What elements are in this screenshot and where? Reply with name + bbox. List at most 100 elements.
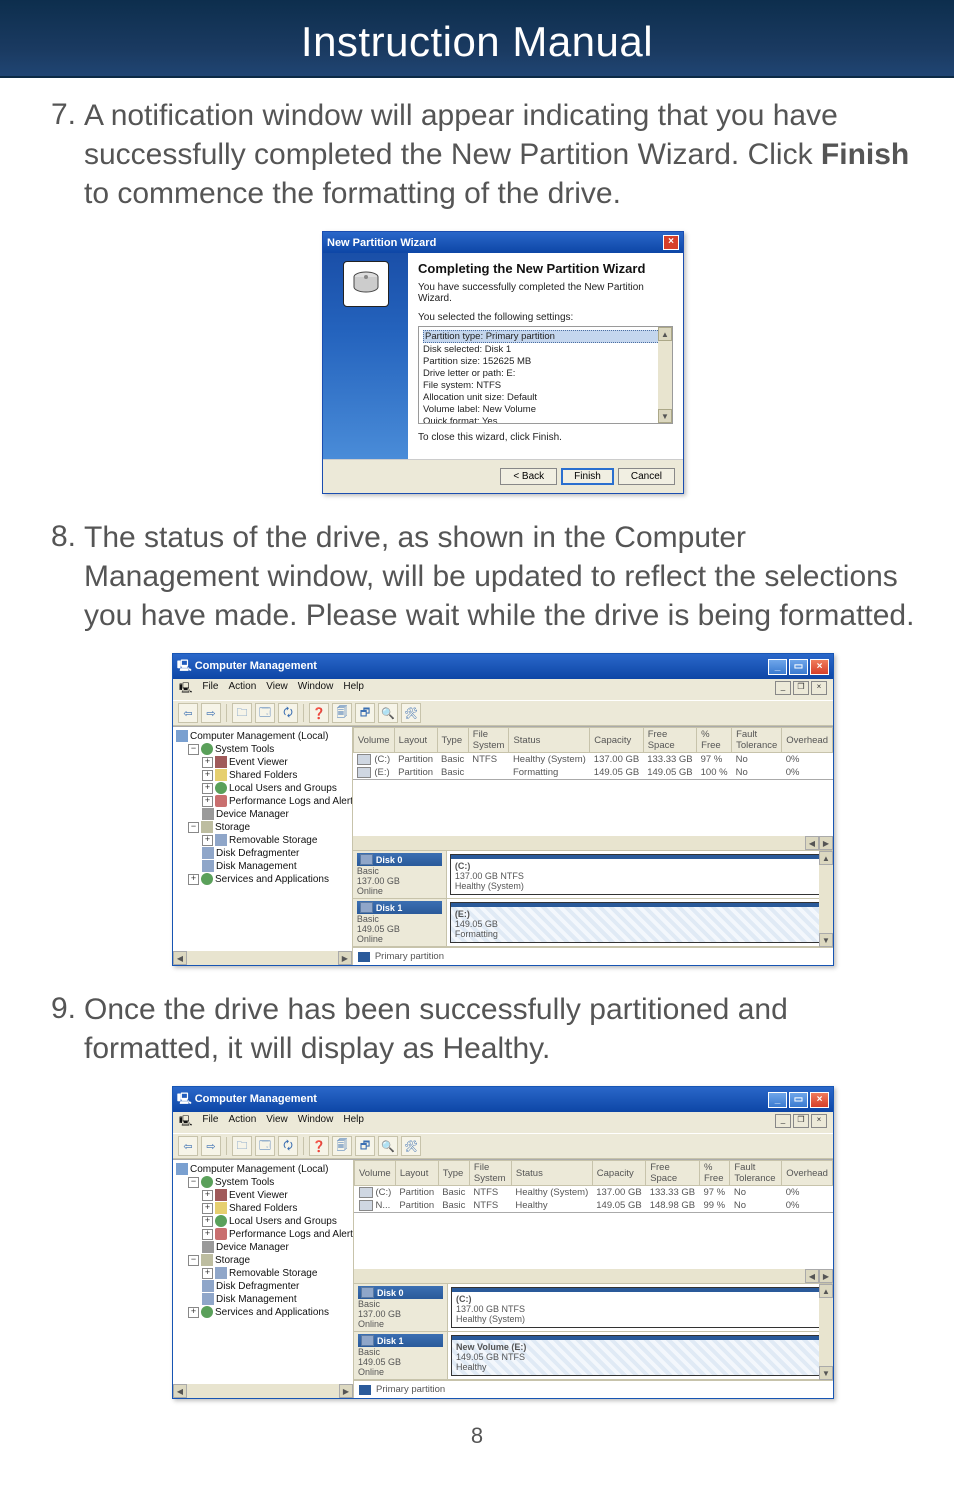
- th-free[interactable]: Free Space: [643, 728, 696, 753]
- disk0-row[interactable]: Disk 0 Basic 137.00 GB Online (: [354, 1284, 833, 1332]
- toolbar-grid-icon[interactable]: 🗗: [355, 1136, 375, 1156]
- tree-perf-logs[interactable]: Performance Logs and Alerts: [229, 1229, 354, 1240]
- child-minimize-icon[interactable]: _: [775, 681, 791, 695]
- maximize-icon[interactable]: ▭: [789, 659, 808, 675]
- grid-scroll-left-icon[interactable]: ◀: [805, 1269, 819, 1283]
- grid-scroll-right-icon[interactable]: ▶: [819, 836, 833, 850]
- menu-help[interactable]: Help: [343, 1114, 364, 1131]
- tree-event-viewer[interactable]: Event Viewer: [229, 757, 288, 768]
- child-restore-icon[interactable]: ❐: [793, 681, 809, 695]
- close-icon[interactable]: ×: [810, 1092, 829, 1108]
- finish-button[interactable]: Finish: [561, 468, 614, 485]
- tree-root[interactable]: Computer Management (Local): [190, 731, 328, 742]
- disk1-row[interactable]: Disk 1 Basic 149.05 GB Online N: [354, 1332, 833, 1380]
- volume-table[interactable]: Volume Layout Type File System Status Ca…: [354, 1160, 833, 1212]
- tree-device-manager[interactable]: Device Manager: [216, 809, 289, 820]
- minimize-icon[interactable]: _: [768, 1092, 787, 1108]
- disk0-row[interactable]: Disk 0 Basic 137.00 GB Online (: [353, 851, 833, 899]
- tree-defrag[interactable]: Disk Defragmenter: [216, 848, 299, 859]
- tree-disk-mgmt[interactable]: Disk Management: [216, 861, 297, 872]
- tree-scroll-right-icon[interactable]: ▶: [339, 1384, 353, 1398]
- toolbar-refresh-icon[interactable]: 🗘: [278, 703, 298, 723]
- th-free[interactable]: Free Space: [646, 1161, 700, 1186]
- tree-removable[interactable]: Removable Storage: [229, 1268, 317, 1279]
- th-fs[interactable]: File System: [469, 1161, 511, 1186]
- toolbar-settings-icon[interactable]: 🛠: [401, 1136, 421, 1156]
- tree-scroll-right-icon[interactable]: ▶: [338, 951, 352, 965]
- cancel-button[interactable]: Cancel: [618, 468, 675, 485]
- child-close-icon[interactable]: ×: [811, 1114, 827, 1128]
- th-ft[interactable]: Fault Tolerance: [730, 1161, 782, 1186]
- close-icon[interactable]: ×: [663, 235, 679, 250]
- toolbar-find-icon[interactable]: 🔍: [378, 1136, 398, 1156]
- th-cap[interactable]: Capacity: [590, 728, 643, 753]
- toolbar-forward-icon[interactable]: ⇨: [201, 1136, 221, 1156]
- disks-scroll-up-icon[interactable]: ▲: [819, 851, 833, 865]
- tree-scroll-left-icon[interactable]: ◀: [173, 1384, 187, 1398]
- nav-tree[interactable]: Computer Management (Local) −System Tool…: [173, 1160, 354, 1398]
- tree-services[interactable]: Services and Applications: [215, 1307, 329, 1318]
- child-close-icon[interactable]: ×: [811, 681, 827, 695]
- menu-action[interactable]: Action: [228, 1114, 256, 1131]
- toolbar-help-icon[interactable]: ❓: [309, 703, 329, 723]
- volume-table[interactable]: Volume Layout Type File System Status Ca…: [353, 727, 833, 779]
- tree-local-users[interactable]: Local Users and Groups: [229, 783, 337, 794]
- tree-defrag[interactable]: Disk Defragmenter: [216, 1281, 299, 1292]
- minimize-icon[interactable]: _: [768, 659, 787, 675]
- th-pfree[interactable]: % Free: [697, 728, 732, 753]
- menu-view[interactable]: View: [266, 681, 288, 698]
- toolbar-forward-icon[interactable]: ⇨: [201, 703, 221, 723]
- th-ft[interactable]: Fault Tolerance: [732, 728, 782, 753]
- tree-scroll-left-icon[interactable]: ◀: [173, 951, 187, 965]
- scroll-up-icon[interactable]: ▲: [658, 327, 672, 341]
- volume-block[interactable]: (C:) 137.00 GB NTFS Healthy (System): [451, 1287, 830, 1328]
- tree-event-viewer[interactable]: Event Viewer: [229, 1190, 288, 1201]
- toolbar-settings-icon[interactable]: 🛠: [401, 703, 421, 723]
- menu-view[interactable]: View: [266, 1114, 288, 1131]
- toolbar-refresh-icon[interactable]: 🗘: [278, 1136, 298, 1156]
- tree-storage[interactable]: Storage: [215, 1255, 250, 1266]
- disks-scroll-down-icon[interactable]: ▼: [819, 933, 833, 947]
- tree-system-tools[interactable]: System Tools: [215, 1177, 274, 1188]
- toolbar-back-icon[interactable]: ⇦: [178, 703, 198, 723]
- volume-block[interactable]: (C:) 137.00 GB NTFS Healthy (System): [450, 854, 830, 895]
- maximize-icon[interactable]: ▭: [789, 1092, 808, 1108]
- toolbar-up-icon[interactable]: 🗀: [232, 1136, 252, 1156]
- nav-tree[interactable]: Computer Management (Local) −System Tool…: [173, 727, 353, 965]
- menu-file[interactable]: File: [202, 681, 218, 698]
- table-row[interactable]: (C:) Partition Basic NTFS Healthy (Syste…: [353, 753, 832, 767]
- tree-device-manager[interactable]: Device Manager: [216, 1242, 289, 1253]
- menu-window[interactable]: Window: [298, 681, 334, 698]
- close-icon[interactable]: ×: [810, 659, 829, 675]
- back-button[interactable]: < Back: [500, 468, 557, 485]
- disks-scroll-down-icon[interactable]: ▼: [819, 1366, 833, 1380]
- toolbar-list-icon[interactable]: 🗐: [332, 703, 352, 723]
- table-row[interactable]: (E:) Partition Basic Formatting 149.05 G…: [353, 766, 832, 779]
- menu-help[interactable]: Help: [343, 681, 364, 698]
- th-volume[interactable]: Volume: [355, 1161, 396, 1186]
- toolbar-back-icon[interactable]: ⇦: [178, 1136, 198, 1156]
- grid-scroll-right-icon[interactable]: ▶: [819, 1269, 833, 1283]
- tree-shared-folders[interactable]: Shared Folders: [229, 770, 297, 781]
- scroll-down-icon[interactable]: ▼: [658, 409, 672, 423]
- th-oh[interactable]: Overhead: [782, 1161, 833, 1186]
- th-cap[interactable]: Capacity: [592, 1161, 645, 1186]
- tree-local-users[interactable]: Local Users and Groups: [229, 1216, 337, 1227]
- th-layout[interactable]: Layout: [395, 1161, 438, 1186]
- tree-root[interactable]: Computer Management (Local): [190, 1164, 328, 1175]
- volume-block-healthy[interactable]: New Volume (E:) 149.05 GB NTFS Healthy: [451, 1335, 830, 1376]
- toolbar-grid-icon[interactable]: 🗗: [355, 703, 375, 723]
- th-status[interactable]: Status: [509, 728, 590, 753]
- tree-removable[interactable]: Removable Storage: [229, 835, 317, 846]
- disks-scroll-up-icon[interactable]: ▲: [819, 1284, 833, 1298]
- tree-disk-mgmt[interactable]: Disk Management: [216, 1294, 297, 1305]
- th-fs[interactable]: File System: [468, 728, 509, 753]
- toolbar-help-icon[interactable]: ❓: [309, 1136, 329, 1156]
- toolbar-list-icon[interactable]: 🗐: [332, 1136, 352, 1156]
- grid-scroll-left-icon[interactable]: ◀: [805, 836, 819, 850]
- toolbar-find-icon[interactable]: 🔍: [378, 703, 398, 723]
- table-row[interactable]: N... Partition Basic NTFS Healthy 149.05…: [355, 1199, 833, 1212]
- tree-services[interactable]: Services and Applications: [215, 874, 329, 885]
- toolbar-props-icon[interactable]: 🗔: [255, 1136, 275, 1156]
- disk1-row[interactable]: Disk 1 Basic 149.05 GB Online (: [353, 899, 833, 947]
